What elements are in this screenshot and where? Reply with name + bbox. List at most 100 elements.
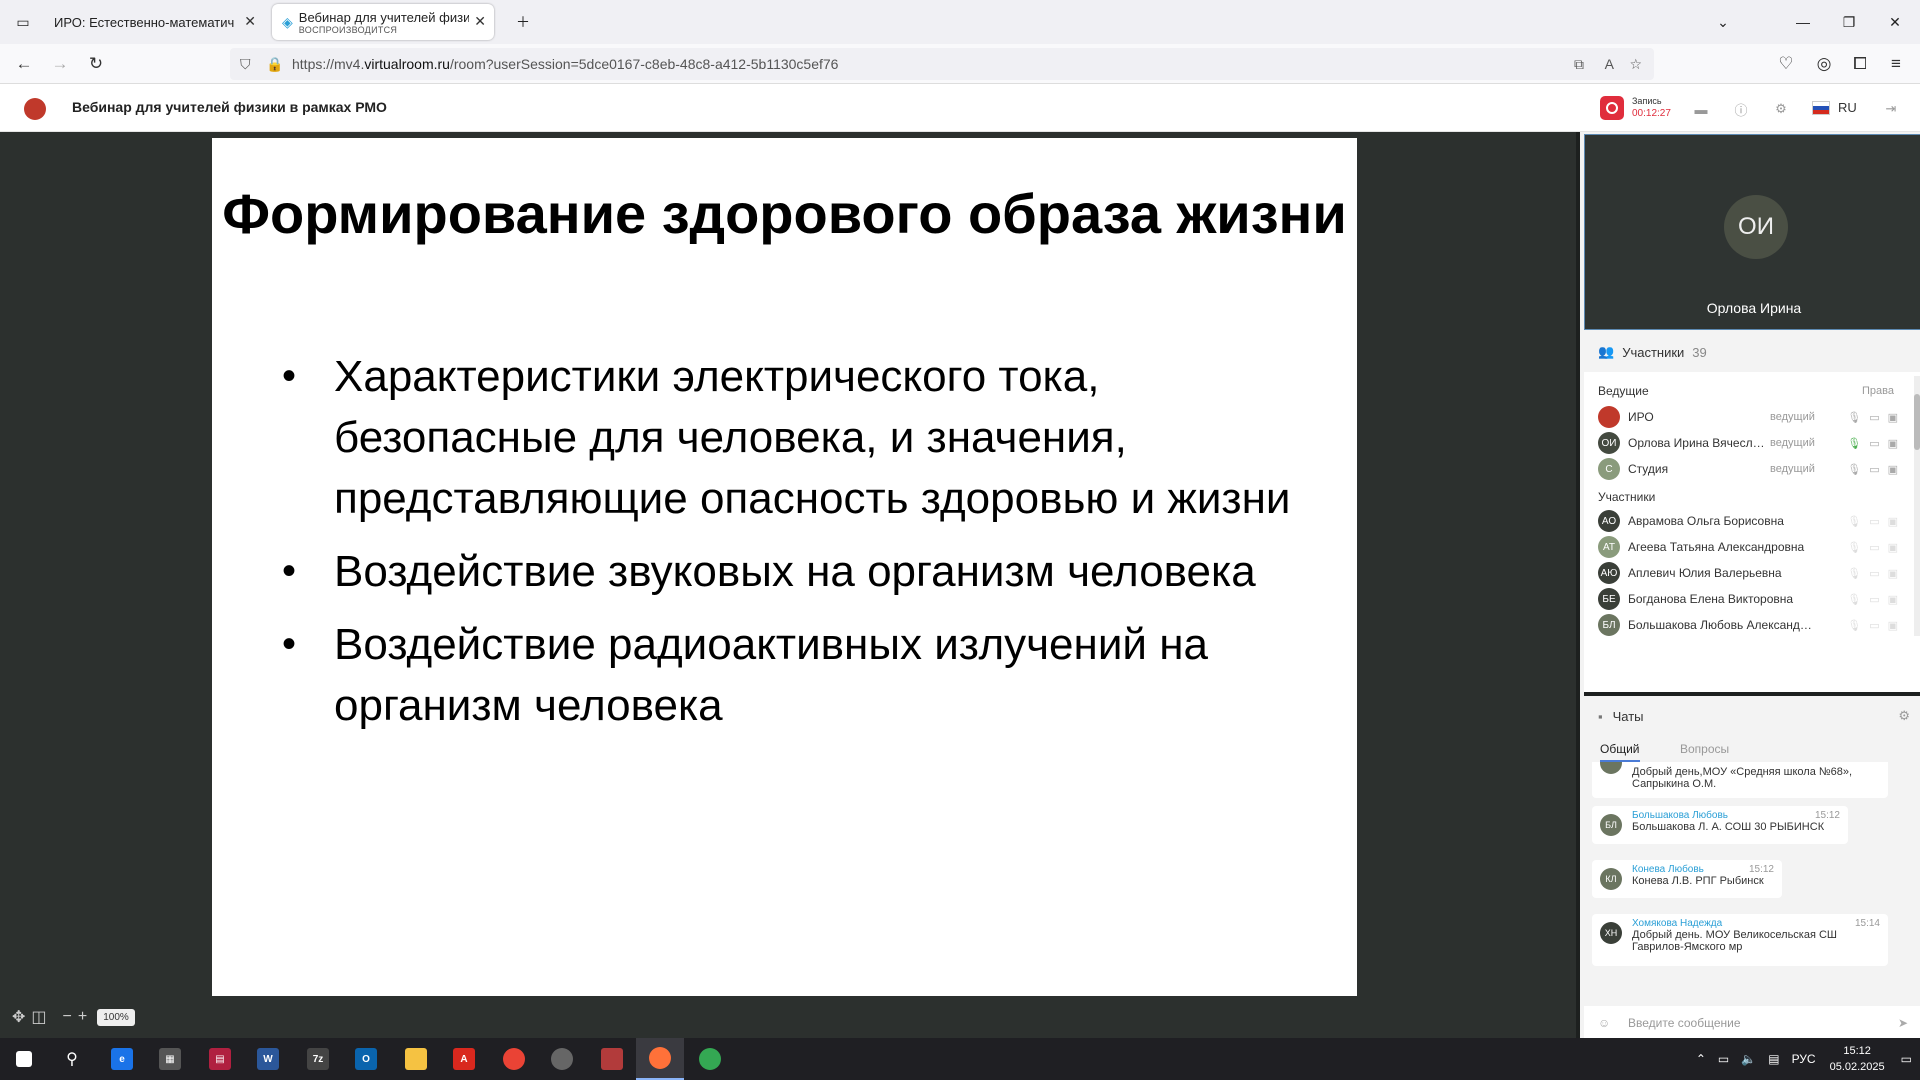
video-avatar: ОИ <box>1724 195 1788 259</box>
camera-off-icon[interactable]: ▭ <box>1869 437 1879 450</box>
input-language[interactable]: РУС <box>1792 1052 1816 1066</box>
calculator-icon[interactable]: ▤ <box>196 1038 244 1080</box>
video-tile[interactable]: ОИ Орлова Ирина <box>1584 134 1920 330</box>
taskbar-clock[interactable]: 15:12 05.02.2025 <box>1820 1043 1895 1075</box>
participants-header[interactable]: 👥 Участники 39 <box>1584 332 1920 372</box>
firefox-icon[interactable] <box>636 1038 684 1080</box>
chat-settings-gear-icon[interactable]: ⚙ <box>1898 708 1910 724</box>
mic-muted-icon[interactable]: 🎙 <box>1847 411 1861 424</box>
mic-active-icon[interactable]: 🎙 <box>1847 437 1861 450</box>
zoom-controls: ✥ ◫ − + 100% <box>12 1006 135 1028</box>
menu-icon[interactable]: ≡ <box>1882 50 1910 78</box>
url-bar[interactable]: ⛉ 🔒 https://mv4. virtualroom.ru/room?user… <box>230 48 1654 80</box>
folder-icon[interactable]: ▬ <box>1690 98 1712 120</box>
participant-controls: 🎙 ▭ ▣ <box>1847 515 1898 528</box>
reload-icon[interactable]: ↻ <box>82 50 110 78</box>
outlook-icon[interactable]: O <box>342 1038 390 1080</box>
lock-icon[interactable]: 🔒 <box>266 56 283 73</box>
zoom-out-icon[interactable]: − <box>63 1008 72 1026</box>
message-text: Большакова Л. А. СОШ 30 РЫБИНСК <box>1632 821 1825 833</box>
forward-arrow-icon[interactable]: → <box>46 50 74 78</box>
scrollbar-thumb[interactable] <box>1914 394 1920 450</box>
tab-list-icon[interactable]: ▭ <box>0 0 46 44</box>
message-avatar <box>1600 762 1622 774</box>
edge-icon[interactable]: e <box>98 1038 146 1080</box>
send-icon[interactable]: ➤ <box>1898 1016 1908 1030</box>
restore-icon[interactable]: ❐ <box>1826 0 1872 44</box>
zoom-level[interactable]: 100% <box>97 1008 135 1026</box>
settings-gear-icon[interactable]: ⚙ <box>1770 98 1792 120</box>
account-icon[interactable]: ◎ <box>1810 50 1838 78</box>
shield-icon[interactable]: ⛉ <box>240 56 251 73</box>
camera-off-icon[interactable]: ▭ <box>1869 463 1879 476</box>
action-center-icon[interactable]: ▭ <box>1901 1052 1912 1066</box>
webinar-app-icon[interactable] <box>588 1038 636 1080</box>
chrome-icon[interactable] <box>490 1038 538 1080</box>
participant-row[interactable]: БЕ Богданова Елена Викторовна 🎙 ▭ ▣ <box>1598 586 1898 612</box>
file-explorer-icon[interactable] <box>392 1038 440 1080</box>
chat-tab-general[interactable]: Общий <box>1600 742 1640 762</box>
pocket-icon[interactable]: ♡ <box>1772 50 1800 78</box>
participant-row[interactable]: С Студия ведущий 🎙 ▭ ▣ <box>1598 456 1898 482</box>
tab-overflow-chevron-icon[interactable]: ⌄ <box>1700 0 1746 44</box>
bookmark-star-icon[interactable]: ☆ <box>1629 56 1642 73</box>
acrobat-icon[interactable]: A <box>440 1038 488 1080</box>
utility-icon[interactable] <box>538 1038 586 1080</box>
word-icon[interactable]: W <box>244 1038 292 1080</box>
camera-off-icon[interactable]: ▭ <box>1869 411 1879 424</box>
picture-in-picture-icon[interactable]: ⧉ <box>1574 56 1584 73</box>
tray-chevron-icon[interactable]: ⌃ <box>1696 1052 1706 1066</box>
screen-share-icon[interactable]: ▣ <box>1888 411 1898 424</box>
browser-tab-strip: ▭ ИРО: Естественно-математических ✕ ◈ Ве… <box>0 0 1920 44</box>
language-selector[interactable]: RU <box>1838 100 1857 115</box>
minimize-icon[interactable]: — <box>1780 0 1826 44</box>
record-icon[interactable] <box>1600 96 1624 120</box>
chat-message-input[interactable]: ☺ Введите сообщение ➤ <box>1584 1008 1920 1038</box>
russian-flag-icon[interactable] <box>1812 101 1830 115</box>
chat-tab-questions[interactable]: Вопросы <box>1680 742 1729 756</box>
new-tab-icon[interactable]: ＋ <box>500 0 546 44</box>
screen-icon: ▣ <box>1887 593 1898 606</box>
close-tab-icon[interactable]: ✕ <box>474 13 486 30</box>
participant-row[interactable]: АТ Агеева Татьяна Александровна 🎙 ▭ ▣ <box>1598 534 1898 560</box>
close-tab-icon[interactable]: ✕ <box>244 13 256 30</box>
screen-share-icon[interactable]: ▣ <box>1888 463 1898 476</box>
browser-tab-webinar[interactable]: ◈ Вебинар для учителей физики ВОСПРОИЗВО… <box>272 4 494 40</box>
camera-icon: ▭ <box>1869 567 1880 580</box>
search-icon[interactable]: ⚲ <box>48 1038 96 1080</box>
participant-controls: 🎙 ▭ ▣ <box>1847 619 1898 632</box>
info-icon[interactable]: ⓘ <box>1730 98 1752 120</box>
participant-row[interactable]: ОИ Орлова Ирина Вячеславовна ведущий 🎙 ▭ ▣ <box>1598 430 1898 456</box>
volume-icon[interactable]: 🔈 <box>1741 1052 1756 1066</box>
browser-tab-iro[interactable]: ИРО: Естественно-математических ✕ <box>44 4 264 40</box>
network-icon[interactable]: ▭ <box>1718 1052 1729 1066</box>
exit-icon[interactable]: ⇥ <box>1880 98 1902 120</box>
close-window-icon[interactable]: ✕ <box>1872 0 1918 44</box>
fit-move-icon[interactable]: ✥ <box>12 1007 25 1027</box>
participants-scrollbar[interactable] <box>1914 376 1920 636</box>
participant-row[interactable]: АЮ Аплевич Юлия Валерьевна 🎙 ▭ ▣ <box>1598 560 1898 586</box>
extensions-icon[interactable]: ⧠ <box>1846 50 1874 78</box>
system-tray: ⌃ ▭ 🔈 ▤ РУС 15:12 05.02.2025 ▭ <box>1696 1038 1920 1080</box>
participant-row[interactable]: АО Аврамова Ольга Борисовна 🎙 ▭ ▣ <box>1598 508 1898 534</box>
fit-width-icon[interactable]: ◫ <box>31 1007 46 1027</box>
zoom-in-icon[interactable]: + <box>78 1008 87 1026</box>
participant-row[interactable]: ИРО ведущий 🎙 ▭ ▣ <box>1598 404 1898 430</box>
chat-message: КЛ Конева Любовь 15:12 Конева Л.В. РПГ Р… <box>1592 860 1782 898</box>
mic-muted-icon[interactable]: 🎙 <box>1847 463 1861 476</box>
chat-title: Чаты <box>1612 708 1644 724</box>
7zip-icon[interactable]: 7z <box>294 1038 342 1080</box>
translate-icon[interactable]: A <box>1605 56 1614 72</box>
notification-message-icon[interactable]: ▤ <box>1768 1052 1779 1066</box>
store-icon[interactable]: ▦ <box>146 1038 194 1080</box>
participant-row[interactable]: БЛ Большакова Любовь Александровна 🎙 ▭ ▣ <box>1598 612 1898 638</box>
back-arrow-icon[interactable]: ← <box>10 50 38 78</box>
windows-start-icon[interactable] <box>0 1038 48 1080</box>
screen-share-icon[interactable]: ▣ <box>1888 437 1898 450</box>
rights-label: Права <box>1862 385 1894 397</box>
chat-message: БЛ Большакова Любовь 15:12 Большакова Л.… <box>1592 806 1848 844</box>
chrome-profile-icon[interactable] <box>686 1038 734 1080</box>
emoji-icon[interactable]: ☺ <box>1598 1016 1610 1030</box>
participant-name: Агеева Татьяна Александровна <box>1628 540 1805 554</box>
windows-taskbar: ⚲ e ▦ ▤ W 7z O A ⌃ ▭ 🔈 ▤ РУС 15:12 05.02… <box>0 1038 1920 1080</box>
